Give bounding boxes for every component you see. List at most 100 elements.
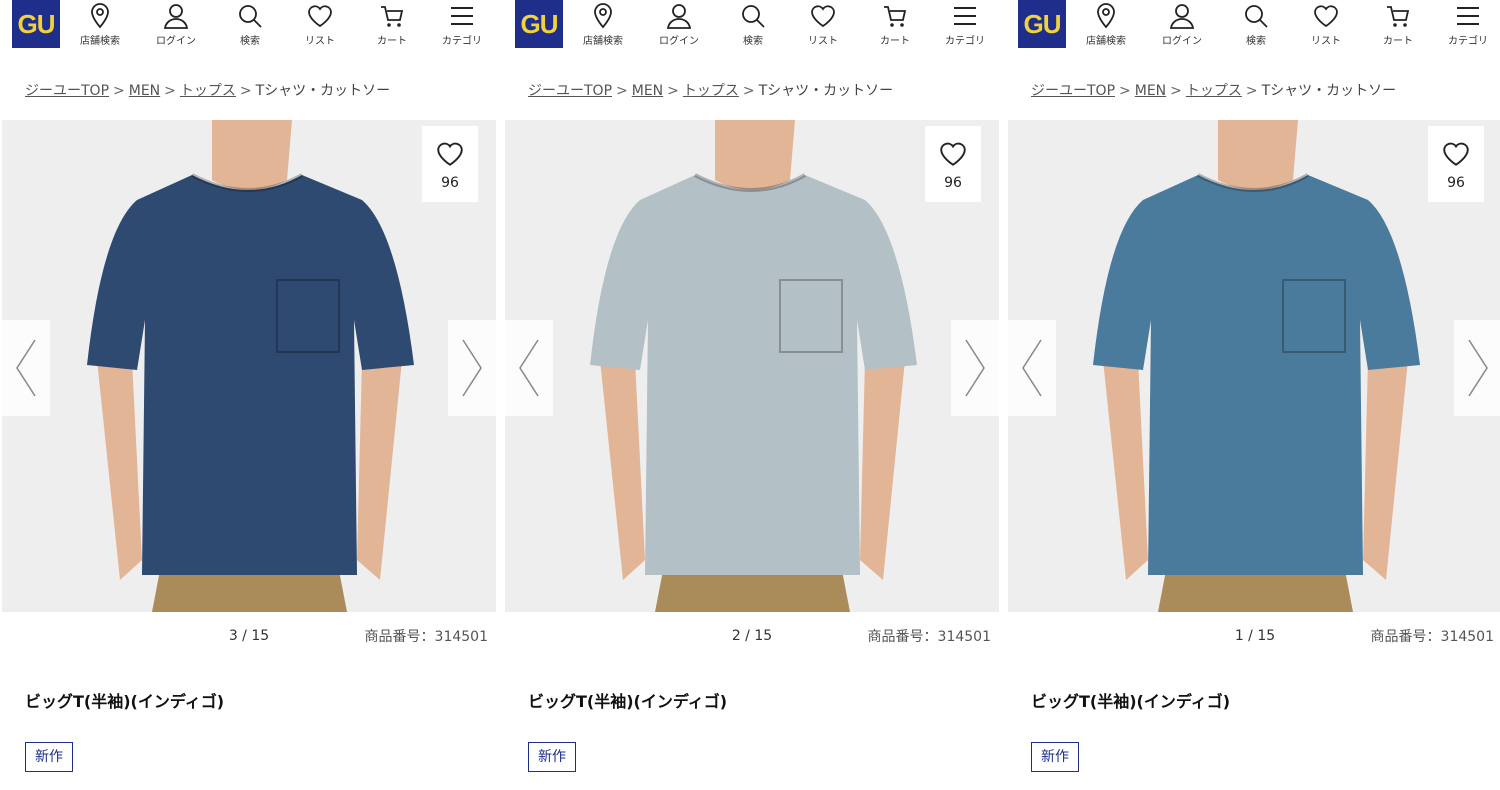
location-pin-icon — [594, 3, 612, 29]
site-header: GU 店舗検索 ログイン 検索 リスト カート カテゴリ — [505, 0, 999, 48]
nav-label: 店舗検索 — [583, 36, 623, 47]
cart-icon — [1387, 6, 1410, 27]
nav-login[interactable]: ログイン — [649, 2, 709, 47]
favorite-button[interactable]: 96 — [925, 126, 981, 202]
nav-label: 店舗検索 — [1086, 36, 1126, 47]
product-image[interactable]: 96 — [505, 120, 999, 612]
heart-icon — [940, 142, 966, 166]
nav-cart[interactable]: カート — [362, 2, 422, 47]
next-image-button[interactable] — [448, 320, 496, 416]
breadcrumb-link-men[interactable]: MEN — [632, 83, 663, 99]
nav-store-search[interactable]: 店舗検索 — [573, 2, 633, 47]
nav-label: カート — [377, 36, 407, 47]
nav-store-search[interactable]: 店舗検索 — [1076, 2, 1136, 47]
nav-label: カート — [1383, 36, 1413, 47]
prev-image-button[interactable] — [505, 320, 553, 416]
nav-label: カテゴリ — [1448, 36, 1488, 47]
new-badge: 新作 — [25, 742, 73, 772]
breadcrumb-link-top[interactable]: ジーユーTOP — [25, 83, 109, 99]
nav-label: カテゴリ — [945, 36, 985, 47]
product-title: ビッグT(半袖)(インディゴ) — [528, 692, 728, 711]
breadcrumb-link-tops[interactable]: トップス — [1186, 83, 1242, 99]
neck — [715, 120, 795, 190]
nav-list[interactable]: リスト — [290, 2, 350, 47]
nav-label: リスト — [305, 36, 335, 47]
search-icon — [742, 5, 765, 28]
product-panel: GU 店舗検索 ログイン 検索 リスト カート カテゴリ ジーユーTOP > M… — [2, 0, 496, 790]
nav-label: カート — [880, 36, 910, 47]
user-icon — [666, 4, 692, 29]
chevron-left-icon — [16, 339, 36, 397]
nav-search[interactable]: 検索 — [1226, 2, 1286, 47]
user-icon — [1169, 4, 1195, 29]
nav-category[interactable]: カテゴリ — [1438, 2, 1498, 47]
nav-list[interactable]: リスト — [793, 2, 853, 47]
gu-logo[interactable]: GU — [12, 0, 60, 48]
menu-icon — [451, 7, 473, 25]
site-header: GU 店舗検索 ログイン 検索 リスト カート カテゴリ — [2, 0, 496, 48]
prev-image-button[interactable] — [1008, 320, 1056, 416]
nav-login[interactable]: ログイン — [1152, 2, 1212, 47]
product-image[interactable]: 96 — [1008, 120, 1500, 612]
nav-label: 検索 — [743, 36, 763, 47]
breadcrumb-link-men[interactable]: MEN — [129, 83, 160, 99]
nav-category[interactable]: カテゴリ — [935, 2, 995, 47]
chevron-right-icon — [1468, 339, 1488, 397]
site-header: GU 店舗検索 ログイン 検索 リスト カート カテゴリ — [1008, 0, 1500, 48]
breadcrumb-current: Tシャツ・カットソー — [1261, 83, 1397, 99]
breadcrumb: ジーユーTOP > MEN > トップス > Tシャツ・カットソー — [25, 80, 390, 100]
breadcrumb-current: Tシャツ・カットソー — [255, 83, 391, 99]
nav-label: 店舗検索 — [80, 36, 120, 47]
breadcrumb-link-top[interactable]: ジーユーTOP — [1031, 83, 1115, 99]
nav-label: リスト — [1311, 36, 1341, 47]
nav-login[interactable]: ログイン — [146, 2, 206, 47]
new-badge: 新作 — [1031, 742, 1079, 772]
product-panels: GU 店舗検索 ログイン 検索 リスト カート カテゴリ ジーユーTOP > M… — [0, 0, 1500, 790]
breadcrumb-separator: > — [742, 83, 755, 99]
breadcrumb-separator: > — [1170, 83, 1182, 99]
product-title: ビッグT(半袖)(インディゴ) — [1031, 692, 1231, 711]
next-image-button[interactable] — [951, 320, 999, 416]
next-image-button[interactable] — [1454, 320, 1500, 416]
prev-image-button[interactable] — [2, 320, 50, 416]
breadcrumb-current: Tシャツ・カットソー — [758, 83, 894, 99]
new-badge: 新作 — [528, 742, 576, 772]
favorite-button[interactable]: 96 — [422, 126, 478, 202]
nav-cart[interactable]: カート — [1368, 2, 1428, 47]
cart-icon — [884, 6, 907, 27]
gu-logo[interactable]: GU — [1018, 0, 1066, 48]
search-icon — [239, 5, 262, 28]
nav-label: ログイン — [1162, 36, 1202, 47]
breadcrumb-link-men[interactable]: MEN — [1135, 83, 1166, 99]
breadcrumb-separator: > — [1119, 83, 1131, 99]
cart-icon — [381, 6, 404, 27]
favorite-button[interactable]: 96 — [1428, 126, 1484, 202]
nav-list[interactable]: リスト — [1296, 2, 1356, 47]
heart-icon — [1443, 142, 1469, 166]
nav-category[interactable]: カテゴリ — [432, 2, 492, 47]
breadcrumb-link-tops[interactable]: トップス — [180, 83, 236, 99]
nav-label: 検索 — [240, 36, 260, 47]
nav-cart[interactable]: カート — [865, 2, 925, 47]
location-pin-icon — [1097, 3, 1115, 29]
product-number: 商品番号：314501 — [1370, 629, 1494, 645]
gu-logo[interactable]: GU — [515, 0, 563, 48]
product-title: ビッグT(半袖)(インディゴ) — [25, 692, 225, 711]
heart-icon — [308, 5, 332, 28]
nav-search[interactable]: 検索 — [723, 2, 783, 47]
nav-store-search[interactable]: 店舗検索 — [70, 2, 130, 47]
breadcrumb-separator: > — [164, 83, 176, 99]
neck — [1218, 120, 1298, 190]
nav-label: ログイン — [156, 36, 196, 47]
favorite-count: 96 — [1447, 175, 1465, 191]
breadcrumb-link-top[interactable]: ジーユーTOP — [528, 83, 612, 99]
product-image[interactable]: 96 — [2, 120, 496, 612]
heart-icon — [811, 5, 835, 28]
product-number: 商品番号：314501 — [867, 629, 991, 645]
breadcrumb-link-tops[interactable]: トップス — [683, 83, 739, 99]
breadcrumb-separator: > — [667, 83, 679, 99]
breadcrumb: ジーユーTOP > MEN > トップス > Tシャツ・カットソー — [528, 80, 893, 100]
breadcrumb-separator: > — [616, 83, 628, 99]
product-number: 商品番号：314501 — [364, 629, 488, 645]
nav-search[interactable]: 検索 — [220, 2, 280, 47]
